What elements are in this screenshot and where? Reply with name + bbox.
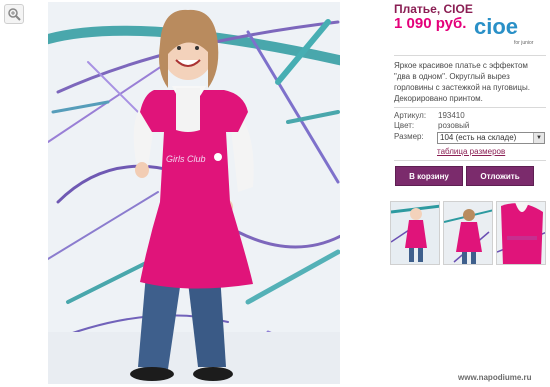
thumbnail-3[interactable] (496, 201, 546, 265)
product-photo[interactable]: Girls Club (48, 2, 340, 384)
spec-label: Цвет: (394, 121, 415, 130)
size-table-link[interactable]: таблица размеров (437, 147, 505, 156)
product-title: Платье, CIOE (394, 2, 473, 16)
thumbnail-strip (390, 201, 547, 265)
brand-name: cioe (474, 14, 518, 39)
product-price: 1 090 руб. (394, 15, 467, 32)
product-description: Яркое красивое платье с эффектом "два в … (394, 61, 530, 103)
brand-logo: cioe for junior (472, 10, 542, 50)
brand-tagline: for junior (514, 40, 534, 46)
thumbnail-1[interactable] (390, 201, 440, 265)
dress-print: Girls Club (166, 154, 206, 164)
spec-label: Артикул: (394, 111, 427, 120)
watermark: www.napodiume.ru (458, 373, 532, 382)
divider (394, 160, 546, 161)
size-select-value: 104 (есть на складе) (440, 133, 517, 142)
chevron-down-icon[interactable]: ▼ (533, 133, 544, 143)
add-to-cart-button[interactable]: В корзину (395, 166, 463, 186)
spec-value: 193410 (438, 111, 465, 120)
defer-button[interactable]: Отложить (466, 166, 534, 186)
divider (394, 55, 546, 56)
spec-label: Размер: (394, 132, 424, 141)
divider (394, 107, 546, 108)
thumbnail-2[interactable] (443, 201, 493, 265)
size-select[interactable]: 104 (есть на складе) ▼ (437, 132, 545, 144)
spec-value: розовый (438, 121, 470, 130)
zoom-icon[interactable] (4, 4, 24, 24)
